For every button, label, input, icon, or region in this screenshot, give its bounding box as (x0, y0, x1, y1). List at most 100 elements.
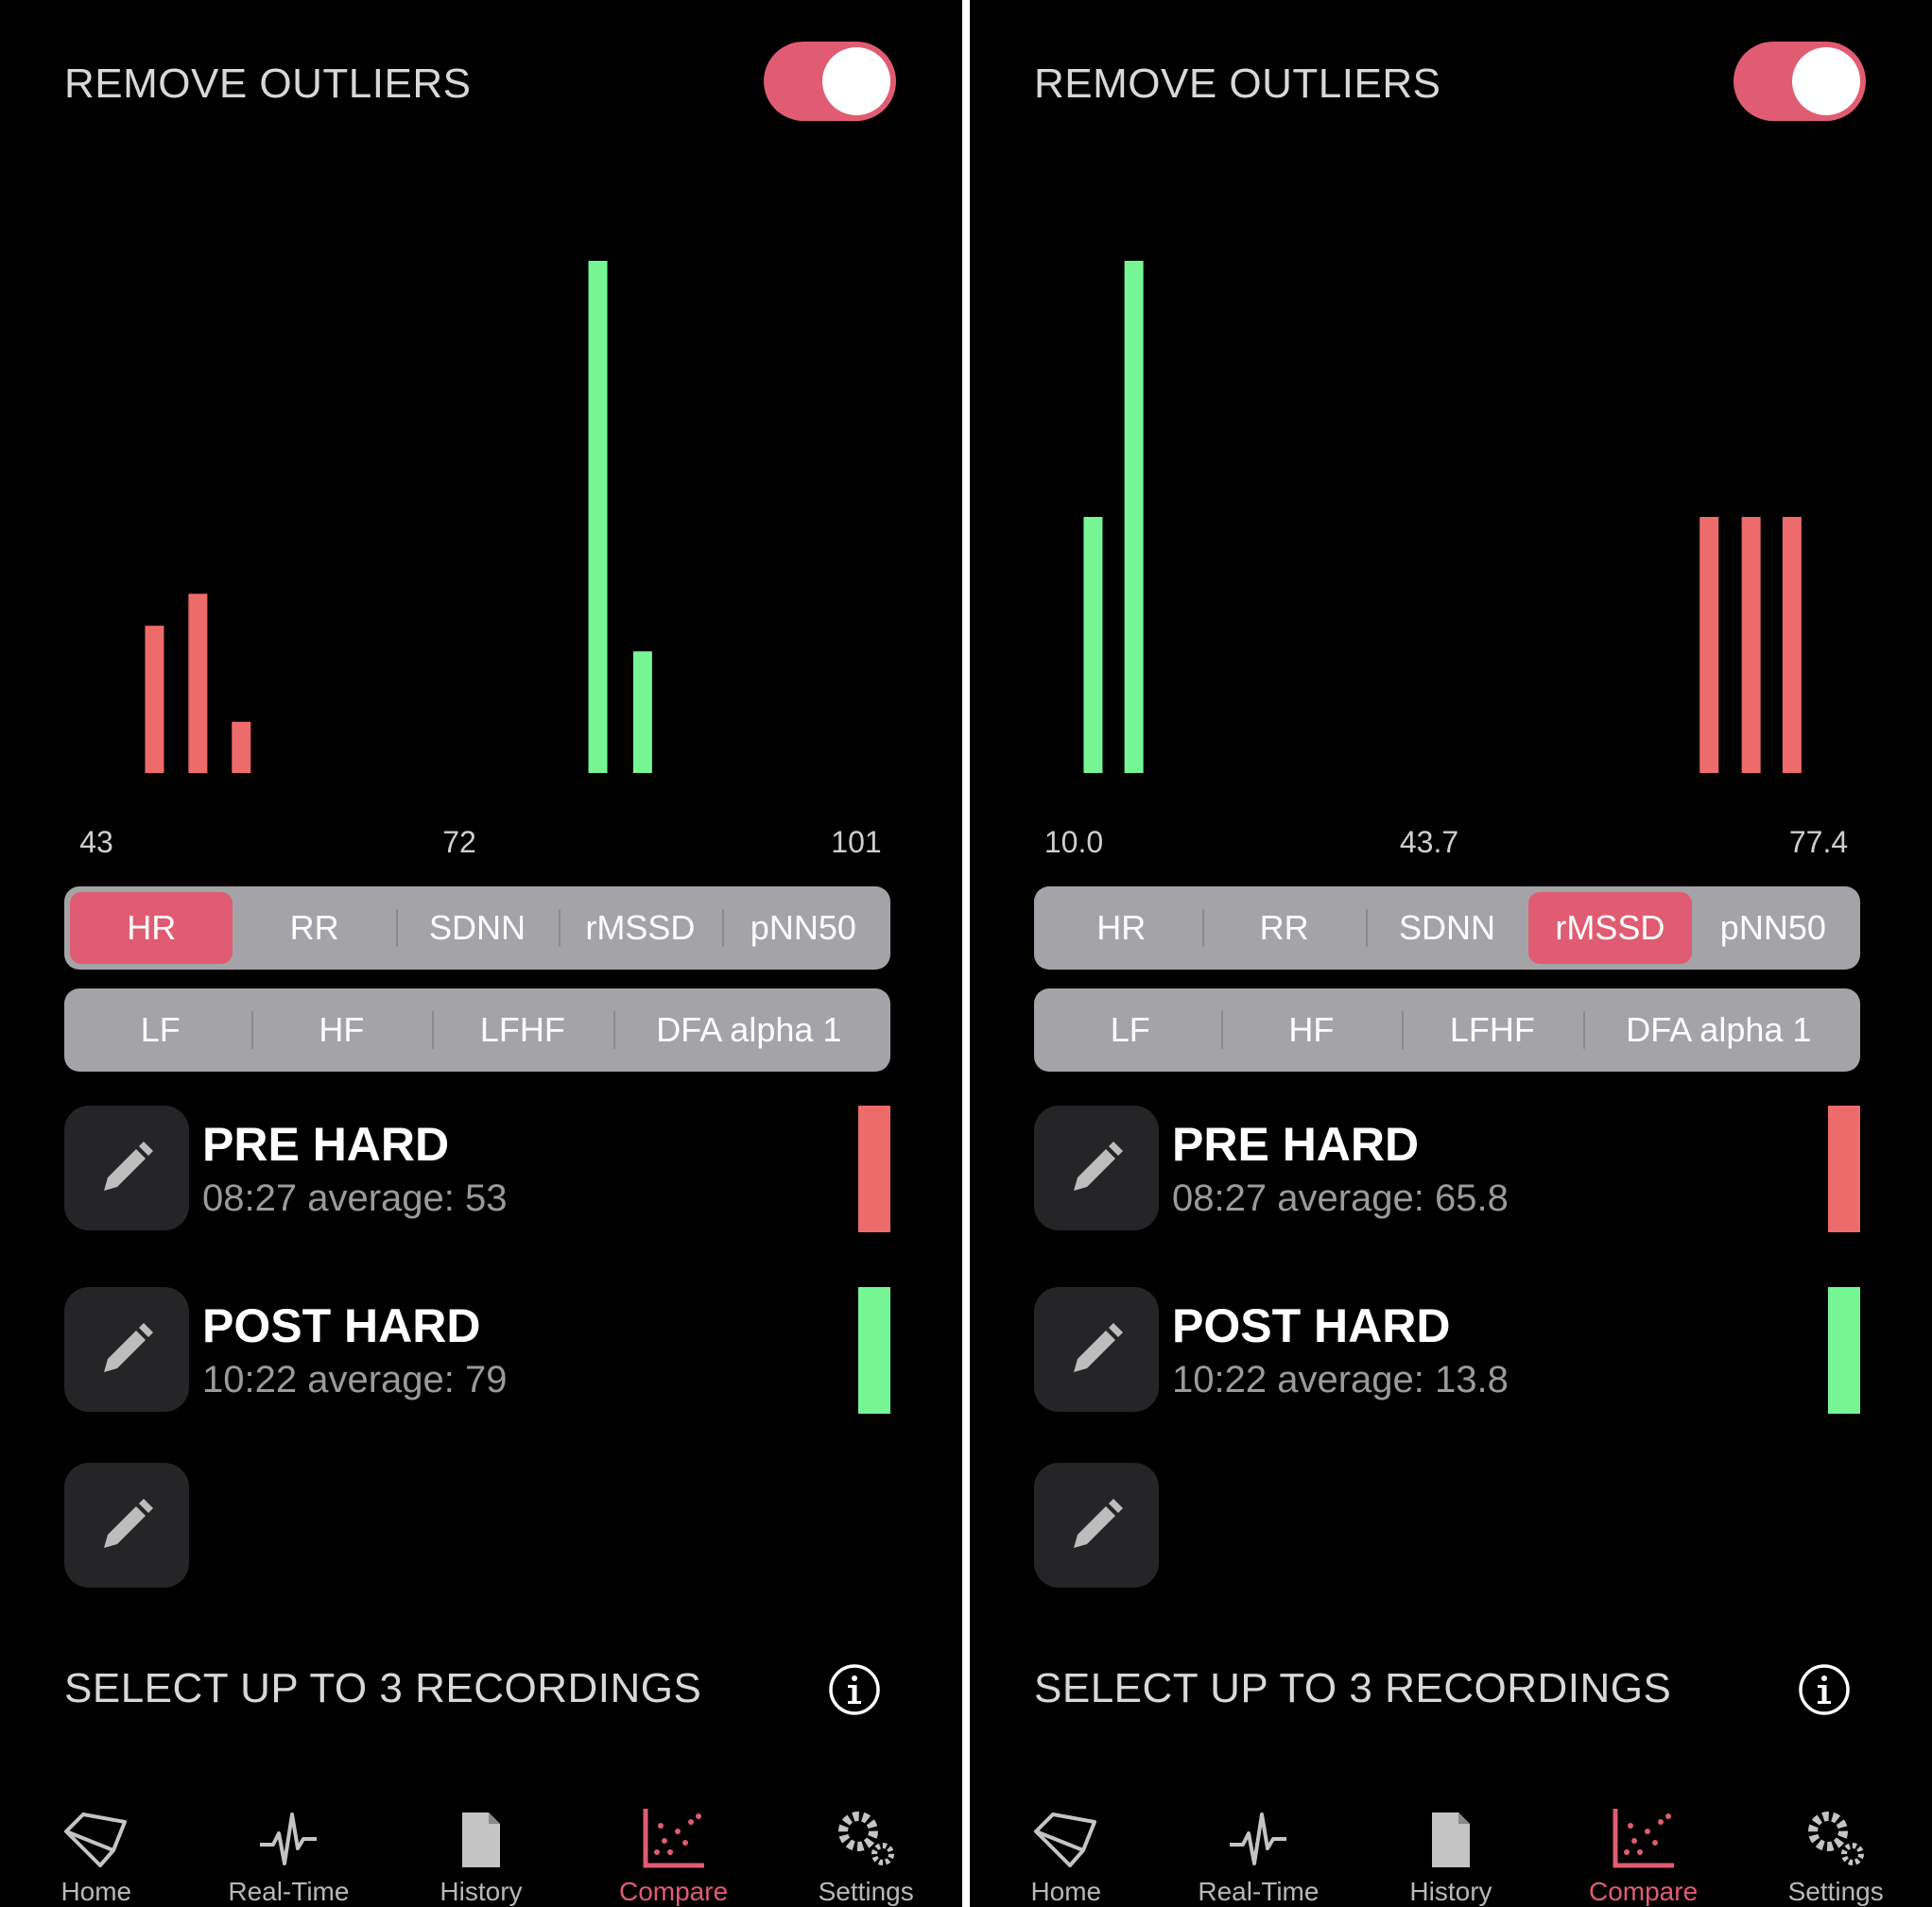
x-tick-max: 77.4 (1789, 825, 1848, 859)
metric-selector-row2: LF HF LFHF DFA alpha 1 (1034, 988, 1860, 1072)
tab-label: Compare (618, 1877, 729, 1906)
add-recording-button[interactable] (1034, 1463, 1159, 1588)
metric-tab-hf[interactable]: HF (1220, 994, 1403, 1066)
gears-icon (1808, 1812, 1865, 1865)
tab-label: Home (1030, 1877, 1102, 1906)
metric-tab-hr[interactable]: HR (1040, 892, 1202, 964)
recording-subtitle: 10:22 average: 13.8 (1172, 1359, 1509, 1400)
histogram-bar-s0-b1 (188, 593, 208, 773)
pencil-icon (104, 1499, 153, 1548)
recording-subtitle: 08:27 average: 65.8 (1172, 1177, 1509, 1219)
select-recordings-label: SELECT UP TO 3 RECORDINGS (1034, 1665, 1672, 1711)
tab-label: History (440, 1877, 523, 1906)
metric-tab-dfa-alpha1[interactable]: DFA alpha 1 (612, 994, 885, 1066)
metric-tab-sdnn[interactable]: SDNN (1365, 892, 1528, 964)
tab-settings[interactable]: Settings (1739, 1777, 1932, 1907)
histogram-bar-s0-b0 (1083, 517, 1103, 773)
info-icon[interactable] (1798, 1663, 1851, 1716)
tab-real-time[interactable]: Real-Time (193, 1777, 386, 1907)
metric-selector-row1: HR RR SDNN rMSSD pNN50 (1034, 886, 1860, 970)
heart-icon (63, 1813, 127, 1867)
pencil-icon (1074, 1142, 1123, 1191)
recording-row-empty (64, 1463, 890, 1589)
x-tick-max: 101 (831, 825, 881, 859)
recording-row-post-hard: POST HARD 10:22 average: 79 (64, 1287, 890, 1414)
metric-tab-lf[interactable]: LF (1040, 994, 1221, 1066)
compare-screen-hr: REMOVE OUTLIERS 43 72 101 HR RR SDNN rMS… (0, 0, 962, 1907)
document-icon (461, 1813, 500, 1867)
tab-label: Real-Time (228, 1877, 350, 1906)
recording-color-swatch (858, 1106, 890, 1232)
recording-row-empty (1034, 1463, 1860, 1589)
tab-label: Real-Time (1198, 1877, 1320, 1906)
x-tick-mid: 72 (442, 825, 476, 859)
heart-icon (1033, 1813, 1096, 1867)
tab-compare[interactable]: Compare (1547, 1777, 1740, 1907)
x-tick-min: 43 (79, 825, 113, 859)
metric-tab-lf[interactable]: LF (70, 994, 251, 1066)
metric-tab-rr[interactable]: RR (233, 892, 395, 964)
recording-title: POST HARD (1172, 1299, 1451, 1352)
tab-label: Compare (1588, 1877, 1699, 1906)
document-icon (1431, 1813, 1470, 1867)
tab-label: Settings (818, 1877, 914, 1906)
metric-tab-lfhf[interactable]: LFHF (1402, 994, 1583, 1066)
metric-tab-sdnn[interactable]: SDNN (395, 892, 559, 964)
metric-tab-rr[interactable]: RR (1202, 892, 1365, 964)
tab-home[interactable]: Home (970, 1777, 1163, 1907)
gears-icon (838, 1812, 895, 1865)
recording-subtitle: 10:22 average: 79 (202, 1359, 508, 1400)
histogram-bar-s1-b1 (632, 651, 652, 773)
tab-label: Home (60, 1877, 132, 1906)
add-recording-button[interactable] (64, 1463, 189, 1588)
pencil-icon (1074, 1323, 1123, 1372)
edit-recording-button[interactable] (1034, 1106, 1159, 1230)
recording-row-pre-hard: PRE HARD 08:27 average: 53 (64, 1106, 890, 1232)
recording-row-pre-hard: PRE HARD 08:27 average: 65.8 (1034, 1106, 1860, 1232)
tab-home[interactable]: Home (0, 1777, 193, 1907)
tab-label: Settings (1787, 1877, 1884, 1906)
metric-tab-hr[interactable]: HR (70, 892, 233, 964)
histogram-bar-s0-b1 (1124, 261, 1144, 773)
tab-bar: Home Real-Time History Compare Settings (970, 1777, 1932, 1907)
tab-settings[interactable]: Settings (769, 1777, 962, 1907)
metric-selector-row1: HR RR SDNN rMSSD pNN50 (64, 886, 890, 970)
select-recordings-label: SELECT UP TO 3 RECORDINGS (64, 1665, 702, 1711)
edit-recording-button[interactable] (64, 1287, 189, 1412)
histogram-chart: 10.0 43.7 77.4 (1044, 261, 1848, 859)
edit-recording-button[interactable] (1034, 1287, 1159, 1412)
metric-tab-pnn50[interactable]: pNN50 (1692, 892, 1854, 964)
metric-selector-row2: LF HF LFHF DFA alpha 1 (64, 988, 890, 1072)
metric-tab-pnn50[interactable]: pNN50 (721, 892, 885, 964)
metric-tab-rmssd[interactable]: rMSSD (559, 892, 721, 964)
histogram-bar-s1-b1 (1741, 517, 1761, 773)
x-tick-mid: 43.7 (1400, 825, 1458, 859)
info-icon[interactable] (828, 1663, 881, 1716)
tab-real-time[interactable]: Real-Time (1163, 1777, 1355, 1907)
recording-color-swatch (1828, 1287, 1860, 1414)
metric-tab-rmssd[interactable]: rMSSD (1528, 892, 1692, 964)
metric-tab-dfa-alpha1[interactable]: DFA alpha 1 (1582, 994, 1854, 1066)
tab-history[interactable]: History (385, 1777, 578, 1907)
metric-tab-hf[interactable]: HF (250, 994, 433, 1066)
tab-compare[interactable]: Compare (578, 1777, 770, 1907)
pulse-icon (1230, 1813, 1287, 1865)
histogram-bar-s1-b0 (588, 261, 608, 773)
histogram-chart: 43 72 101 (79, 261, 882, 859)
metric-tab-lfhf[interactable]: LFHF (432, 994, 613, 1066)
recording-row-post-hard: POST HARD 10:22 average: 13.8 (1034, 1287, 1860, 1414)
histogram-bar-s1-b0 (1699, 517, 1719, 773)
tab-label: History (1409, 1877, 1492, 1906)
edit-recording-button[interactable] (64, 1106, 189, 1230)
scatter-chart-icon (1613, 1809, 1674, 1868)
x-tick-min: 10.0 (1044, 825, 1103, 859)
tab-history[interactable]: History (1354, 1777, 1547, 1907)
pencil-icon (104, 1323, 153, 1372)
recording-title: POST HARD (202, 1299, 481, 1352)
recording-color-swatch (858, 1287, 890, 1414)
pencil-icon (104, 1142, 153, 1191)
recording-title: PRE HARD (1172, 1118, 1420, 1171)
recording-subtitle: 08:27 average: 53 (202, 1177, 508, 1219)
scatter-chart-icon (643, 1809, 704, 1868)
recording-color-swatch (1828, 1106, 1860, 1232)
